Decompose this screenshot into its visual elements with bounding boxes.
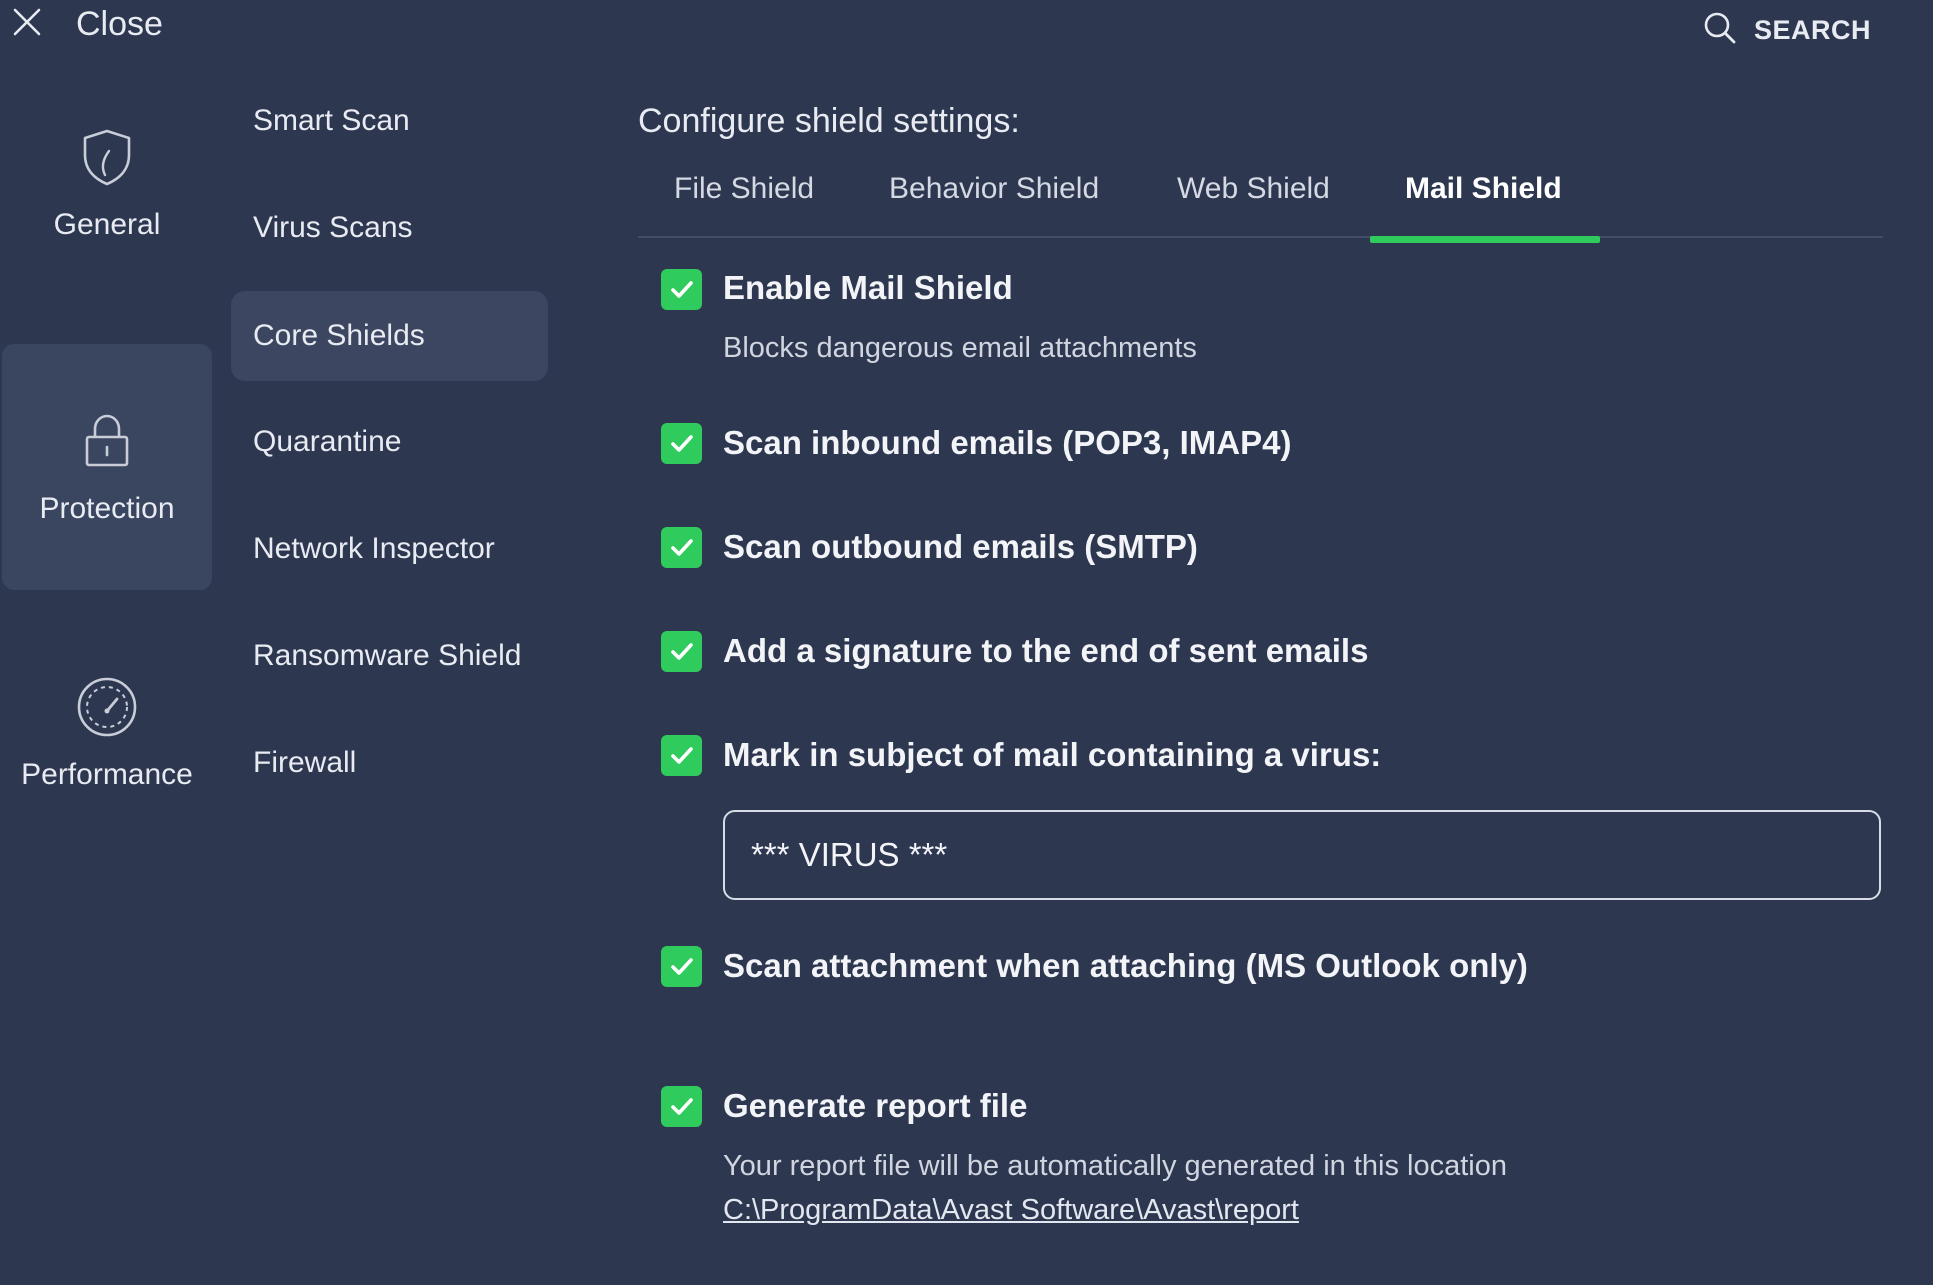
- lock-icon: [75, 409, 139, 492]
- close-label: Close: [76, 4, 163, 43]
- nav-item-firewall[interactable]: Firewall: [231, 718, 548, 808]
- report-path-link[interactable]: C:\ProgramData\Avast Software\Avast\repo…: [723, 1194, 1299, 1227]
- add-signature-label: Add a signature to the end of sent email…: [723, 632, 1369, 669]
- add-signature-checkbox[interactable]: [661, 631, 702, 672]
- checkmark-icon: [670, 746, 693, 764]
- tab-behavior-shield[interactable]: Behavior Shield: [889, 172, 1099, 206]
- nav-item-quarantine[interactable]: Quarantine: [231, 397, 548, 487]
- checkmark-icon: [670, 642, 693, 660]
- enable-mail-shield-label: Enable Mail Shield: [723, 269, 1013, 306]
- enable-mail-shield-checkbox[interactable]: [661, 269, 702, 310]
- scan-inbound-label: Scan inbound emails (POP3, IMAP4): [723, 424, 1292, 461]
- checkmark-icon: [670, 957, 693, 975]
- shield-icon: [75, 125, 139, 208]
- tab-file-shield[interactable]: File Shield: [674, 172, 814, 206]
- scan-attachment-checkbox[interactable]: [661, 946, 702, 987]
- category-label: Performance: [21, 757, 193, 791]
- search-button[interactable]: SEARCH: [1702, 10, 1871, 51]
- nav-item-network-inspector[interactable]: Network Inspector: [231, 504, 548, 594]
- scan-inbound-checkbox[interactable]: [661, 423, 702, 464]
- nav-item-smart-scan[interactable]: Smart Scan: [231, 76, 548, 166]
- checkmark-icon: [670, 1097, 693, 1115]
- active-tab-indicator: [1370, 236, 1600, 243]
- speedometer-icon: [75, 675, 139, 758]
- enable-mail-shield-description: Blocks dangerous email attachments: [723, 332, 1197, 364]
- checkmark-icon: [670, 280, 693, 298]
- virus-subject-input[interactable]: [723, 810, 1881, 900]
- category-label: Protection: [39, 491, 175, 525]
- mark-subject-label: Mark in subject of mail containing a vir…: [723, 736, 1382, 773]
- nav-item-core-shields[interactable]: Core Shields: [231, 291, 548, 381]
- search-icon: [1702, 10, 1738, 51]
- mark-subject-checkbox[interactable]: [661, 735, 702, 776]
- section-title: Configure shield settings:: [638, 102, 1020, 140]
- generate-report-description: Your report file will be automatically g…: [723, 1150, 1507, 1182]
- search-label: SEARCH: [1753, 15, 1871, 45]
- category-general[interactable]: General: [2, 60, 212, 306]
- category-performance[interactable]: Performance: [2, 610, 212, 856]
- checkmark-icon: [670, 538, 693, 556]
- nav-item-ransomware-shield[interactable]: Ransomware Shield: [231, 611, 548, 701]
- close-button[interactable]: Close: [10, 4, 163, 44]
- checkmark-icon: [670, 434, 693, 452]
- category-protection[interactable]: Protection: [2, 344, 212, 590]
- generate-report-checkbox[interactable]: [661, 1086, 702, 1127]
- nav-item-virus-scans[interactable]: Virus Scans: [231, 183, 548, 273]
- tab-mail-shield[interactable]: Mail Shield: [1405, 172, 1562, 206]
- close-icon: [10, 5, 44, 44]
- scan-outbound-label: Scan outbound emails (SMTP): [723, 528, 1198, 565]
- generate-report-label: Generate report file: [723, 1087, 1028, 1124]
- category-label: General: [53, 207, 161, 241]
- tabs-divider: [638, 236, 1883, 238]
- scan-outbound-checkbox[interactable]: [661, 527, 702, 568]
- scan-attachment-label: Scan attachment when attaching (MS Outlo…: [723, 947, 1528, 984]
- tab-web-shield[interactable]: Web Shield: [1177, 172, 1330, 206]
